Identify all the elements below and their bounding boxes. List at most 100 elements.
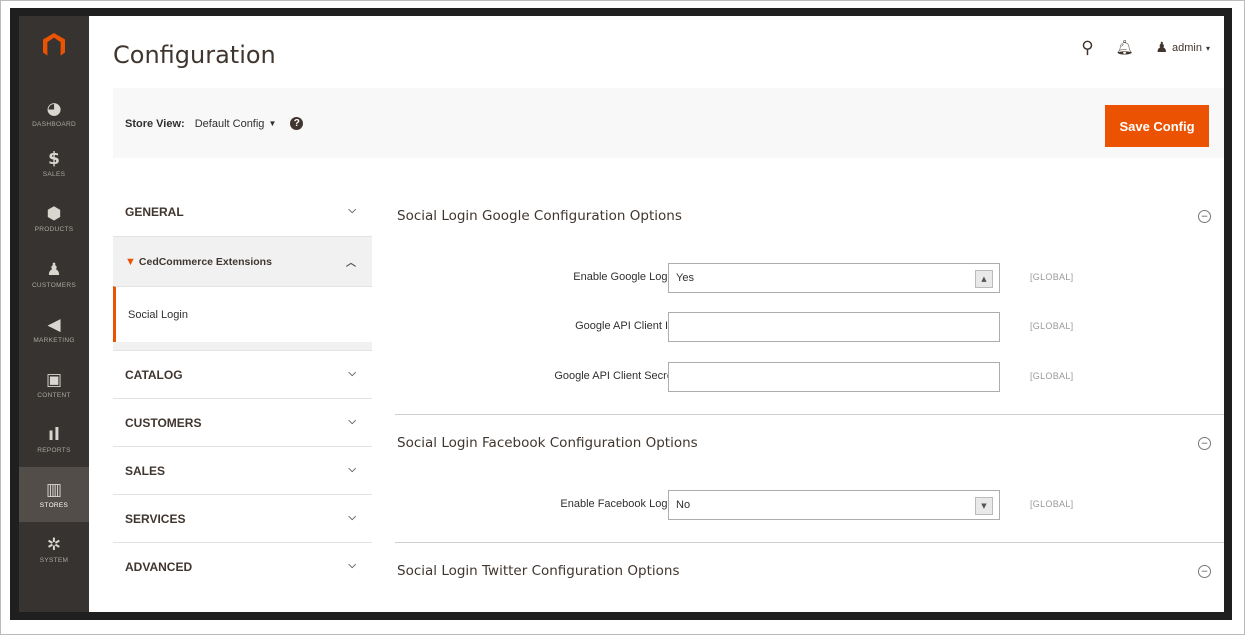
section-twitter: Social Login Twitter Configuration Optio… <box>395 543 1224 603</box>
nav-item-reports[interactable]: ıl REPORTS <box>19 412 89 467</box>
field-label: Enable Facebook Login <box>560 498 676 510</box>
megaphone-icon: ◀ <box>47 314 61 335</box>
client-id-input[interactable] <box>668 312 1000 342</box>
section-google: Social Login Google Configuration Option… <box>395 188 1224 415</box>
nav-label: SYSTEM <box>39 556 69 564</box>
dollar-icon: $ <box>48 148 60 169</box>
chevron-down-icon: ▾ <box>1205 43 1210 53</box>
user-menu[interactable]: ♟ admin ▾ <box>1155 40 1210 56</box>
tab-customers[interactable]: CUSTOMERS ⌵ <box>113 398 372 446</box>
nav-label: CUSTOMERS <box>31 281 77 289</box>
magento-logo-icon <box>43 33 65 56</box>
chevron-down-icon: ⌵ <box>348 560 356 571</box>
store-view-switcher: Store View: Default Config ▼ ? <box>125 117 304 130</box>
bar-chart-icon: ıl <box>48 424 60 445</box>
section-facebook: Social Login Facebook Configuration Opti… <box>395 415 1224 543</box>
search-icon[interactable]: ⚲ <box>1081 38 1093 58</box>
tab-label: CedCommerce Extensions <box>138 255 272 268</box>
dashboard-icon: ◕ <box>46 98 62 119</box>
tab-label: Social Login <box>128 308 188 321</box>
tab-advanced[interactable]: ADVANCED ⌵ <box>113 542 372 590</box>
tab-services[interactable]: SERVICES ⌵ <box>113 494 372 542</box>
nav-label: REPORTS <box>37 446 71 454</box>
scope-label: [GLOBAL] <box>1030 499 1074 509</box>
store-view-dropdown[interactable]: Default Config <box>195 118 265 130</box>
bell-icon[interactable]: 🔔︎ <box>1116 40 1134 56</box>
nav-item-system[interactable]: ✲ SYSTEM <box>19 522 89 577</box>
config-tabs: GENERAL ⌵ ▼ CedCommerce Extensions ︿ Soc… <box>113 188 372 590</box>
magento-logo[interactable] <box>19 16 89 76</box>
nav-item-stores[interactable]: ▥ STORES <box>19 467 89 522</box>
page-title: Configuration <box>113 41 276 69</box>
content-icon: ▣ <box>45 369 63 390</box>
store-icon: ▥ <box>45 479 63 500</box>
nav-label: DASHBOARD <box>32 120 76 128</box>
field-label: Enable Google Login <box>573 271 676 283</box>
user-name: admin <box>1172 42 1202 54</box>
field-label: Google API Client Secret <box>554 370 676 382</box>
section-title[interactable]: Social Login Facebook Configuration Opti… <box>397 435 698 451</box>
tab-catalog[interactable]: CATALOG ⌵ <box>113 350 372 398</box>
nav-item-products[interactable]: ⬢ PRODUCTS <box>19 191 89 246</box>
tab-label: CUSTOMERS <box>125 415 202 430</box>
row-client-secret: Google API Client Secret [GLOBAL] <box>395 362 1224 392</box>
chevron-down-icon[interactable]: ▼ <box>268 119 276 128</box>
tab-cedcommerce-extensions[interactable]: ▼ CedCommerce Extensions ︿ <box>113 236 372 286</box>
chevron-down-icon: ⌵ <box>348 205 356 216</box>
collapse-icon[interactable]: − <box>1198 210 1211 223</box>
nav-label: MARKETING <box>33 336 75 344</box>
nav-label: STORES <box>39 501 69 509</box>
nav-item-sales[interactable]: $ SALES <box>19 136 89 191</box>
field-label: Google API Client ID <box>575 320 676 332</box>
help-icon[interactable]: ? <box>290 117 304 130</box>
chevron-up-icon: ︿ <box>346 258 356 269</box>
nav-item-content[interactable]: ▣ CONTENT <box>19 357 89 412</box>
admin-sidebar: ◕ DASHBOARD $ SALES ⬢ PRODUCTS ♟ CUSTOME… <box>19 16 89 612</box>
nav-item-customers[interactable]: ♟ CUSTOMERS <box>19 247 89 302</box>
nav-item-marketing[interactable]: ◀ MARKETING <box>19 302 89 357</box>
enable-google-select[interactable]: Yes ▲ <box>668 263 1000 293</box>
chevron-down-icon: ⌵ <box>348 416 356 427</box>
select-value: Yes <box>676 272 694 284</box>
nav-item-dashboard[interactable]: ◕ DASHBOARD <box>19 86 89 141</box>
nav-label: PRODUCTS <box>34 225 74 233</box>
page-actions-bar: Store View: Default Config ▼ ? Save Conf… <box>113 88 1224 158</box>
select-value: No <box>676 499 691 511</box>
scope-label: [GLOBAL] <box>1030 371 1074 381</box>
client-secret-input[interactable] <box>668 362 1000 392</box>
save-config-button[interactable]: Save Config <box>1105 105 1209 147</box>
row-enable-facebook: Enable Facebook Login No ▼ [GLOBAL] <box>395 490 1224 520</box>
tab-label: CATALOG <box>125 367 183 382</box>
enable-facebook-select[interactable]: No ▼ <box>668 490 1000 520</box>
tab-label: GENERAL <box>125 205 184 219</box>
row-enable-google: Enable Google Login Yes ▲ [GLOBAL] <box>395 263 1224 293</box>
tab-label: ADVANCED <box>125 559 193 574</box>
section-title[interactable]: Social Login Google Configuration Option… <box>397 208 682 224</box>
box-icon: ⬢ <box>46 203 62 224</box>
chevron-down-icon: ▼ <box>975 497 993 515</box>
chevron-down-icon: ⌵ <box>348 512 356 523</box>
tab-sales[interactable]: SALES ⌵ <box>113 446 372 494</box>
collapse-icon[interactable]: − <box>1198 437 1211 450</box>
config-main: Social Login Google Configuration Option… <box>395 188 1224 603</box>
store-view-label: Store View: <box>125 117 185 130</box>
header-actions: ⚲ 🔔︎ ♟ admin ▾ <box>1081 38 1210 58</box>
scope-label: [GLOBAL] <box>1030 272 1074 282</box>
tab-divider <box>113 342 372 350</box>
chevron-up-icon: ▲ <box>975 270 993 288</box>
collapse-icon[interactable]: − <box>1198 565 1211 578</box>
chevron-down-icon: ⌵ <box>348 464 356 475</box>
tab-general[interactable]: GENERAL ⌵ <box>113 188 372 236</box>
person-icon: ♟ <box>46 259 62 280</box>
tab-social-login[interactable]: Social Login <box>113 286 372 342</box>
section-title[interactable]: Social Login Twitter Configuration Optio… <box>397 563 680 579</box>
admin-app: ◕ DASHBOARD $ SALES ⬢ PRODUCTS ♟ CUSTOME… <box>19 16 1224 612</box>
scope-label: [GLOBAL] <box>1030 321 1074 331</box>
chevron-down-icon: ⌵ <box>348 368 356 379</box>
nav-label: CONTENT <box>37 391 71 399</box>
gear-icon: ✲ <box>46 534 62 555</box>
tab-label: SALES <box>125 463 166 478</box>
user-icon: ♟ <box>1155 40 1169 56</box>
nav-label: SALES <box>42 170 66 178</box>
cart-icon: ▼ <box>125 255 136 268</box>
